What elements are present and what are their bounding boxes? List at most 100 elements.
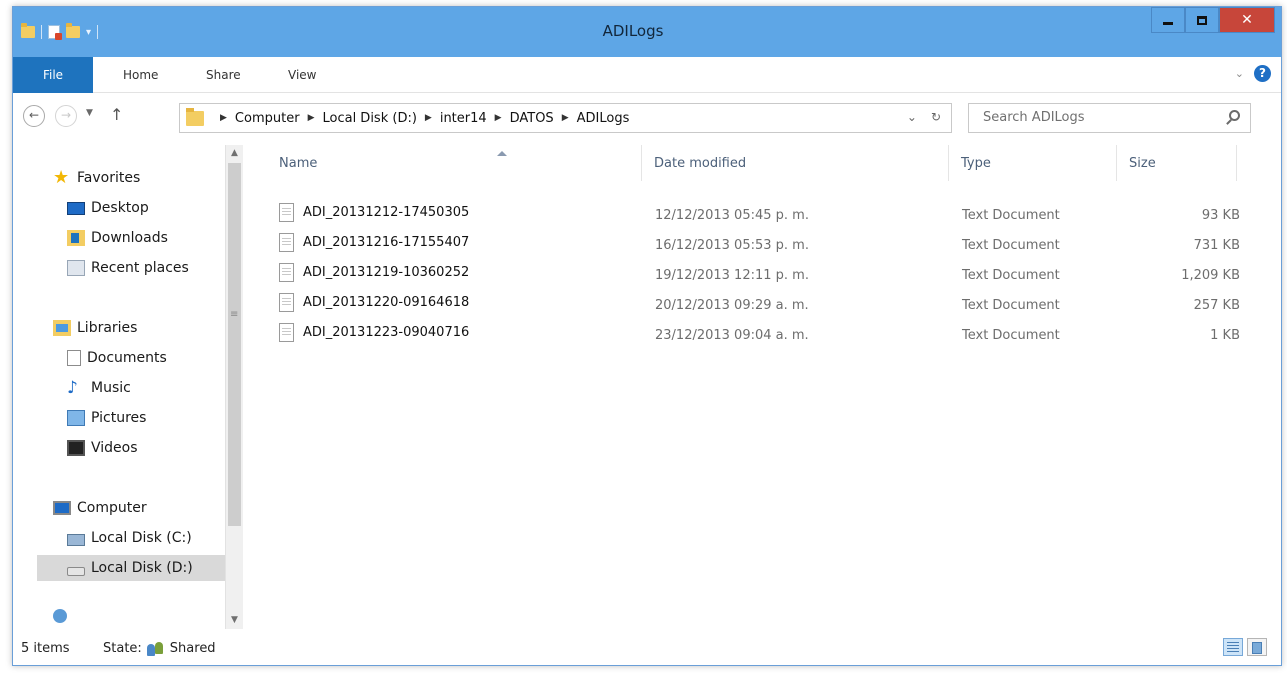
navigation-pane: ★ Favorites Desktop Downloads Recent plac… <box>13 145 245 629</box>
item-count: 5 items <box>21 641 70 656</box>
address-bar[interactable]: ▶ Computer ▶ Local Disk (D:) ▶ inter14 ▶… <box>179 103 952 133</box>
help-icon[interactable]: ? <box>1254 65 1271 82</box>
view-switcher <box>1223 638 1267 656</box>
breadcrumb-adilogs[interactable]: ADILogs <box>577 111 630 126</box>
breadcrumb-separator-icon[interactable]: ▶ <box>562 113 569 123</box>
address-row: ← → ▼ ↑ ▶ Computer ▶ Local Disk (D:) ▶ i… <box>13 93 1281 145</box>
nav-documents-label: Documents <box>87 350 167 366</box>
file-row[interactable]: ADI_20131212-17450305 12/12/2013 05:45 p… <box>267 197 1240 227</box>
nav-downloads[interactable]: Downloads <box>67 225 168 251</box>
file-size: 257 KB <box>1193 298 1240 313</box>
search-input[interactable]: Search ADILogs <box>968 103 1251 133</box>
nav-local-disk-d-label: Local Disk (D:) <box>91 560 193 576</box>
nav-pictures[interactable]: Pictures <box>67 405 146 431</box>
ribbon-controls: ⌄ ? <box>1235 65 1271 82</box>
nav-recent-places-label: Recent places <box>91 260 189 276</box>
maximize-button[interactable] <box>1185 7 1219 33</box>
scrollbar-thumb[interactable] <box>228 163 241 526</box>
breadcrumb-inter14[interactable]: inter14 <box>440 111 487 126</box>
tab-share[interactable]: Share <box>206 57 241 93</box>
nav-local-disk-c[interactable]: Local Disk (C:) <box>67 525 192 551</box>
nav-videos[interactable]: Videos <box>67 435 138 461</box>
tab-file[interactable]: File <box>13 57 93 93</box>
nav-local-disk-c-label: Local Disk (C:) <box>91 530 192 546</box>
tab-view[interactable]: View <box>288 57 316 93</box>
file-row[interactable]: ADI_20131219-10360252 19/12/2013 12:11 p… <box>267 257 1240 287</box>
large-icons-view-icon[interactable] <box>1247 638 1267 656</box>
breadcrumb-separator-icon[interactable]: ▶ <box>495 113 502 123</box>
file-name: ADI_20131220-09164618 <box>303 295 470 310</box>
file-name-cell: ADI_20131219-10360252 <box>279 263 469 282</box>
local-disk-d-icon <box>67 566 85 576</box>
file-row[interactable]: ADI_20131220-09164618 20/12/2013 09:29 a… <box>267 287 1240 317</box>
nav-recent-places[interactable]: Recent places <box>67 255 189 281</box>
desktop-icon <box>67 201 85 215</box>
ribbon-tabs: File Home Share View ⌄ ? <box>13 57 1281 93</box>
breadcrumb-local-disk-d[interactable]: Local Disk (D:) <box>322 111 416 126</box>
window-controls: ✕ <box>1151 7 1275 33</box>
file-size: 1 KB <box>1210 328 1240 343</box>
address-controls: ⌄ ↻ <box>907 110 941 124</box>
breadcrumb-separator-icon[interactable]: ▶ <box>308 113 315 123</box>
column-header-type[interactable]: Type <box>949 145 1117 181</box>
file-type: Text Document <box>962 208 1060 223</box>
file-list: Name Date modified Type Size ADI_2013121… <box>245 145 1255 629</box>
explorer-window: ▾ ADILogs ✕ File Home Share View ⌄ ? ← →… <box>12 6 1282 666</box>
expand-ribbon-chevron-icon[interactable]: ⌄ <box>1235 67 1244 80</box>
file-type: Text Document <box>962 238 1060 253</box>
status-bar: 5 items State: Shared <box>13 629 1281 665</box>
file-row[interactable]: ADI_20131216-17155407 16/12/2013 05:53 p… <box>267 227 1240 257</box>
nav-music[interactable]: ♪ Music <box>67 375 131 401</box>
file-type: Text Document <box>962 268 1060 283</box>
forward-button[interactable]: → <box>55 105 77 127</box>
nav-computer[interactable]: Computer <box>53 495 147 521</box>
navigation-scrollbar[interactable]: ▲ ≡ ▼ <box>225 145 243 629</box>
file-size: 93 KB <box>1201 208 1240 223</box>
libraries-icon <box>53 320 71 336</box>
file-date: 12/12/2013 05:45 p. m. <box>655 208 809 223</box>
state-label: State: <box>103 641 142 656</box>
refresh-icon[interactable]: ↻ <box>931 110 941 124</box>
recent-locations-chevron-icon[interactable]: ▼ <box>86 108 93 118</box>
nav-local-disk-d[interactable]: Local Disk (D:) <box>37 555 227 581</box>
close-button[interactable]: ✕ <box>1219 7 1275 33</box>
breadcrumb-separator-icon[interactable]: ▶ <box>220 113 227 123</box>
nav-favorites[interactable]: ★ Favorites <box>53 165 140 191</box>
file-type: Text Document <box>962 298 1060 313</box>
file-name: ADI_20131216-17155407 <box>303 235 470 250</box>
breadcrumb-separator-icon[interactable]: ▶ <box>425 113 432 123</box>
share-state: State: Shared <box>103 641 216 656</box>
folder-icon <box>186 107 204 126</box>
minimize-button[interactable] <box>1151 7 1185 33</box>
column-header-name[interactable]: Name <box>267 145 642 181</box>
column-header-date-modified[interactable]: Date modified <box>642 145 949 181</box>
file-row[interactable]: ADI_20131223-09040716 23/12/2013 09:04 a… <box>267 317 1240 347</box>
breadcrumb-datos[interactable]: DATOS <box>510 111 554 126</box>
tab-home[interactable]: Home <box>123 57 158 93</box>
text-document-icon <box>279 293 294 312</box>
address-history-chevron-icon[interactable]: ⌄ <box>907 110 917 124</box>
scroll-up-arrow-icon[interactable]: ▲ <box>226 145 243 162</box>
nav-libraries-label: Libraries <box>77 320 138 336</box>
file-type: Text Document <box>962 328 1060 343</box>
column-header-size[interactable]: Size <box>1117 145 1237 181</box>
search-icon[interactable] <box>1229 110 1240 121</box>
breadcrumb-computer[interactable]: Computer <box>235 111 300 126</box>
nav-desktop[interactable]: Desktop <box>67 195 149 221</box>
music-icon: ♪ <box>67 378 78 398</box>
nav-pictures-label: Pictures <box>91 410 147 426</box>
details-view-icon[interactable] <box>1223 638 1243 656</box>
nav-libraries[interactable]: Libraries <box>53 315 137 341</box>
back-button[interactable]: ← <box>23 105 45 127</box>
nav-documents[interactable]: Documents <box>67 345 167 371</box>
nav-downloads-label: Downloads <box>91 230 168 246</box>
scrollbar-grip-icon: ≡ <box>230 309 239 320</box>
search-placeholder: Search ADILogs <box>983 110 1085 125</box>
title-bar: ▾ ADILogs ✕ <box>13 7 1281 57</box>
file-name-cell: ADI_20131220-09164618 <box>279 293 469 312</box>
shared-users-icon <box>146 641 165 656</box>
videos-icon <box>67 440 85 456</box>
scroll-down-arrow-icon[interactable]: ▼ <box>226 612 243 629</box>
up-button[interactable]: ↑ <box>110 105 123 124</box>
nav-network-partial[interactable] <box>53 609 73 623</box>
